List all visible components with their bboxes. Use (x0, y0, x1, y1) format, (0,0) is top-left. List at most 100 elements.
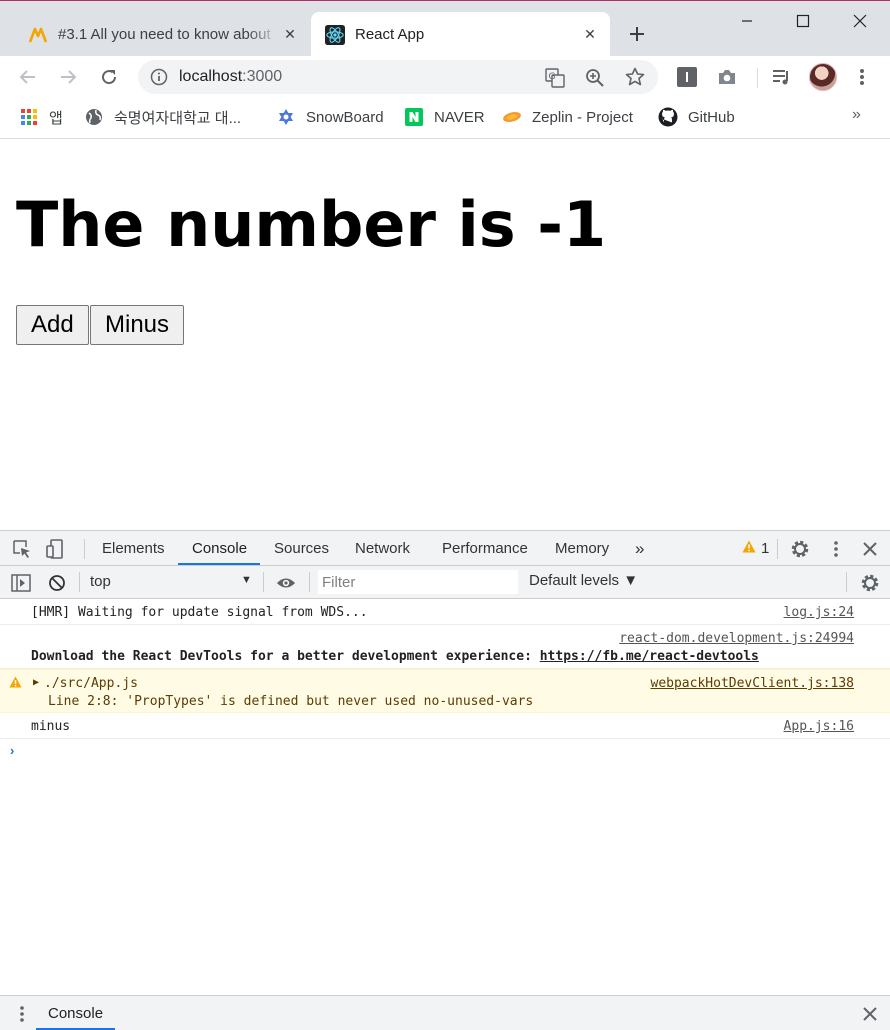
console-settings-gear-icon[interactable] (860, 573, 880, 593)
forward-arrow-icon[interactable] (55, 64, 81, 90)
minimize-icon[interactable] (727, 7, 767, 35)
devtools-menu-icon[interactable] (826, 539, 846, 559)
console-filter-input[interactable] (318, 570, 518, 594)
live-expression-eye-icon[interactable] (276, 573, 296, 593)
reload-icon[interactable] (96, 64, 122, 90)
page-content: The number is -1 Add Minus (0, 140, 890, 530)
zoom-icon[interactable] (585, 68, 605, 93)
bookmarks-more-button[interactable]: » (852, 106, 861, 124)
title-bar: #3.1 All you need to know about ✕ React … (0, 0, 890, 57)
github-icon (658, 107, 678, 127)
filter-divider (309, 572, 310, 592)
warning-counter[interactable]: 1 (742, 540, 769, 557)
show-sidebar-icon[interactable] (11, 573, 31, 593)
warning-count: 1 (761, 540, 770, 557)
globe-icon (84, 107, 104, 127)
new-tab-button[interactable] (624, 21, 650, 47)
source-link[interactable]: App.js:16 (784, 719, 854, 734)
react-devtools-link[interactable]: https://fb.me/react-devtools (540, 649, 759, 664)
bookmark-github[interactable]: GitHub (658, 106, 735, 128)
react-favicon-icon (325, 24, 345, 45)
console-message: [HMR] Waiting for update signal from WDS… (0, 599, 890, 625)
profile-avatar[interactable] (809, 63, 837, 91)
console-warning: ▶ ./src/App.js webpackHotDevClient.js:13… (0, 669, 890, 713)
toolbar-divider (757, 68, 758, 88)
close-window-icon[interactable] (840, 7, 880, 35)
snowflake-icon (276, 107, 296, 127)
tab-sources[interactable]: Sources (274, 531, 329, 565)
source-link[interactable]: log.js:24 (784, 605, 854, 620)
device-toolbar-icon[interactable] (45, 539, 65, 559)
bookmarks-bar: 앱 숙명여자대학교 대... SnowBoard NAVER Zeplin - … (0, 98, 890, 139)
tab-network[interactable]: Network (355, 531, 410, 565)
bookmark-label: NAVER (434, 108, 485, 126)
inspect-element-icon[interactable] (12, 539, 32, 559)
message-text: Download the React DevTools for a better… (31, 649, 759, 664)
tab-active[interactable]: React App ✕ (311, 12, 610, 57)
context-selector[interactable]: top (90, 573, 111, 590)
warning-detail: Line 2:8: 'PropTypes' is defined but nev… (48, 694, 534, 709)
drawer-menu-icon[interactable] (12, 1004, 32, 1024)
zeplin-icon (502, 107, 522, 127)
filter-divider (79, 572, 80, 592)
log-levels-dropdown[interactable]: Default levels ▼ (529, 572, 638, 589)
console-message: minus App.js:16 (0, 713, 890, 739)
expand-triangle-icon[interactable]: ▶ (33, 677, 39, 688)
tab-close-icon[interactable]: ✕ (280, 25, 300, 45)
prompt-chevron-icon: › (10, 743, 15, 758)
bookmark-snowboard[interactable]: SnowBoard (276, 106, 384, 128)
message-text: [HMR] Waiting for update signal from WDS… (31, 605, 368, 620)
bookmark-naver[interactable]: NAVER (404, 106, 485, 128)
bookmark-label: 앱 (49, 109, 63, 127)
settings-gear-icon[interactable] (790, 539, 810, 559)
bookmark-star-icon[interactable] (625, 67, 645, 92)
svg-text:G: G (549, 72, 556, 82)
apps-grid-icon (19, 107, 39, 127)
filter-divider (263, 572, 264, 592)
media-control-icon[interactable] (769, 64, 795, 90)
drawer-tab-console[interactable]: Console (36, 996, 116, 1030)
tab-title: React App (355, 26, 425, 43)
minus-button[interactable]: Minus (90, 305, 185, 345)
devtools-panel: Elements Console Sources Network Perform… (0, 530, 890, 1030)
info-icon[interactable] (150, 68, 168, 91)
back-arrow-icon[interactable] (15, 64, 41, 90)
bookmark-apps[interactable]: 앱 (19, 106, 63, 128)
devtools-drawer: Console (0, 995, 890, 1030)
message-text: minus (31, 719, 71, 734)
devtools-tab-bar: Elements Console Sources Network Perform… (0, 531, 890, 566)
tab-memory[interactable]: Memory (555, 531, 609, 565)
warning-triangle-icon (742, 540, 756, 557)
extension-icon[interactable] (674, 64, 700, 90)
address-bar[interactable]: localhost:3000 G (138, 60, 658, 94)
tab-elements[interactable]: Elements (102, 531, 165, 565)
url-text: localhost:3000 (179, 68, 283, 85)
console-messages: [HMR] Waiting for update signal from WDS… (0, 599, 890, 767)
tab-close-icon[interactable]: ✕ (580, 25, 600, 45)
bookmark-label: 숙명여자대학교 대... (114, 109, 242, 127)
filter-divider (846, 572, 847, 592)
tab-divider (84, 539, 85, 559)
tab-inactive[interactable]: #3.1 All you need to know about ✕ (14, 12, 310, 57)
browser-toolbar: localhost:3000 G (0, 56, 890, 98)
tab-performance[interactable]: Performance (442, 531, 528, 565)
source-link[interactable]: react-dom.development.js:24994 (619, 631, 854, 646)
translate-icon[interactable]: G (545, 68, 565, 93)
more-tabs-button[interactable]: » (635, 531, 644, 565)
bookmark-sookmyung[interactable]: 숙명여자대학교 대... (84, 106, 241, 128)
tab-console[interactable]: Console (178, 531, 260, 565)
tab-title: #3.1 All you need to know about (58, 26, 271, 43)
bookmark-zeplin[interactable]: Zeplin - Project (502, 106, 633, 128)
maximize-icon[interactable] (783, 7, 823, 35)
console-prompt[interactable]: › (0, 739, 890, 767)
bookmark-label: GitHub (688, 108, 735, 126)
camera-icon[interactable] (714, 64, 740, 90)
clear-console-icon[interactable] (47, 573, 67, 593)
browser-menu-icon[interactable] (849, 64, 875, 90)
context-dropdown-icon[interactable]: ▼ (241, 574, 252, 586)
bookmark-label: Zeplin - Project (532, 108, 633, 126)
close-devtools-icon[interactable] (860, 539, 880, 559)
source-link[interactable]: webpackHotDevClient.js:138 (651, 676, 855, 691)
close-drawer-icon[interactable] (860, 1004, 880, 1024)
add-button[interactable]: Add (16, 305, 89, 345)
